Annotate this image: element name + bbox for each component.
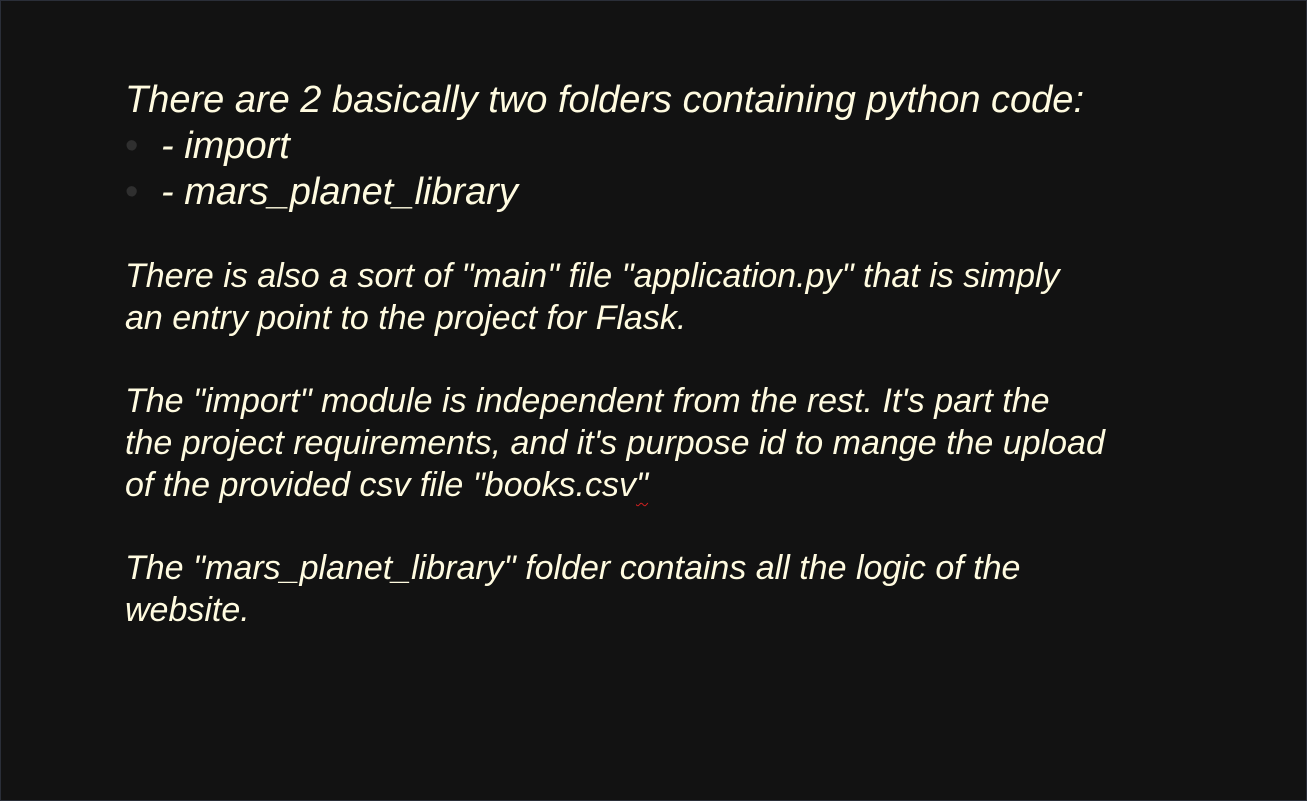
paragraph-line: the project requirements, and it's purpo…	[125, 424, 1105, 462]
paragraph-import-module: The "import" module is independent from …	[125, 380, 1225, 506]
paragraph-line: an entry point to the project for Flask.	[125, 299, 687, 337]
paragraph-mars-planet-library: The "mars_planet_library" folder contain…	[125, 547, 1225, 631]
bullet-label: - mars_planet_library	[161, 171, 518, 213]
paragraph-line: The "mars_planet_library" folder contain…	[125, 549, 1021, 587]
slide-text-body[interactable]: There are 2 basically two folders contai…	[125, 77, 1225, 631]
paragraph-line: The "import" module is independent from …	[125, 382, 1050, 420]
bullet-item-import: • - import	[125, 123, 1225, 169]
bullet-dot-icon: •	[125, 171, 139, 213]
bullet-label: - import	[161, 125, 290, 167]
bullet-dot-icon: •	[125, 125, 139, 167]
paragraph-line-text: of the provided csv file "books.csv	[125, 466, 636, 504]
paragraph-line: There is also a sort of "main" file "app…	[125, 257, 1060, 295]
paragraph-line-last: of the provided csv file "books.csv"	[125, 464, 1225, 506]
spellcheck-flagged-text[interactable]: "	[636, 466, 648, 504]
slide-canvas: There are 2 basically two folders contai…	[0, 0, 1307, 801]
paragraph-line: website.	[125, 591, 250, 629]
folder-bullet-list: • - import • - mars_planet_library	[125, 123, 1225, 215]
intro-heading: There are 2 basically two folders contai…	[125, 79, 1084, 121]
paragraph-application-entry: There is also a sort of "main" file "app…	[125, 255, 1225, 339]
bullet-item-mars-planet-library: • - mars_planet_library	[125, 169, 1225, 215]
